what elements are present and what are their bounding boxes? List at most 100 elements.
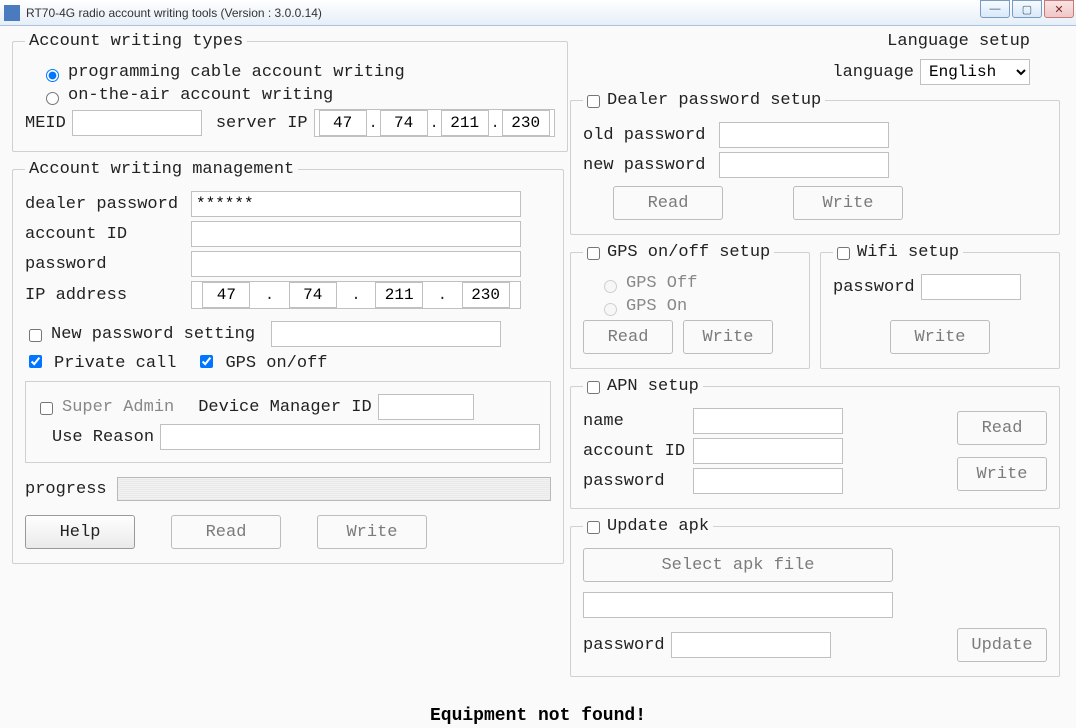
meid-label: MEID bbox=[25, 114, 66, 133]
apk-file-display bbox=[583, 592, 893, 618]
gps-onoff-checkbox[interactable] bbox=[200, 355, 213, 368]
update-apk-group: Update apk Select apk file password Upda… bbox=[570, 517, 1060, 677]
apn-pwd-label: password bbox=[583, 472, 687, 491]
radio-cable[interactable] bbox=[46, 69, 59, 82]
wifi-write-button[interactable]: Write bbox=[890, 320, 990, 354]
apn-write-button[interactable]: Write bbox=[957, 457, 1047, 491]
language-label: language bbox=[832, 63, 914, 82]
dealer-pwd-label: dealer password bbox=[25, 195, 185, 214]
mgmt-legend: Account writing management bbox=[25, 160, 298, 179]
server-ip-1[interactable] bbox=[380, 110, 428, 136]
wifi-pwd-field[interactable] bbox=[921, 274, 1021, 300]
meid-field[interactable] bbox=[72, 110, 202, 136]
language-title: Language setup bbox=[570, 32, 1030, 51]
gps-setup-legend: GPS on/off setup bbox=[607, 243, 770, 262]
apn-read-button[interactable]: Read bbox=[957, 411, 1047, 445]
account-mgmt-group: Account writing management dealer passwo… bbox=[12, 160, 564, 564]
wifi-setup-group: Wifi setup password Write bbox=[820, 243, 1060, 369]
status-text: Equipment not found! bbox=[0, 706, 1076, 726]
apn-account-field[interactable] bbox=[693, 438, 843, 464]
minimize-button[interactable]: — bbox=[980, 0, 1010, 18]
radio-cable-label: programming cable account writing bbox=[68, 63, 405, 82]
gps-setup-group: GPS on/off setup GPS Off GPS On Read Wri… bbox=[570, 243, 810, 369]
mgmt-read-button[interactable]: Read bbox=[171, 515, 281, 549]
new-dealer-pwd-label: new password bbox=[583, 156, 713, 175]
update-apk-legend: Update apk bbox=[607, 517, 709, 536]
ip-label: IP address bbox=[25, 286, 185, 305]
dealer-setup-checkbox[interactable] bbox=[587, 95, 600, 108]
select-apk-button[interactable]: Select apk file bbox=[583, 548, 893, 582]
server-ip-field[interactable]: . . . bbox=[314, 109, 555, 137]
window-title: RT70-4G radio account writing tools (Ver… bbox=[26, 6, 322, 20]
account-id-label: account ID bbox=[25, 225, 185, 244]
new-pwd-label: New password setting bbox=[51, 325, 255, 344]
gps-off-label: GPS Off bbox=[626, 274, 697, 293]
super-admin-box: Super Admin Device Manager ID Use Reason bbox=[25, 381, 551, 463]
apn-name-label: name bbox=[583, 412, 687, 431]
help-button[interactable]: Help bbox=[25, 515, 135, 549]
apk-update-button[interactable]: Update bbox=[957, 628, 1047, 662]
private-call-label: Private call bbox=[54, 354, 176, 373]
mgmt-password-label: password bbox=[25, 255, 185, 274]
server-ip-2[interactable] bbox=[441, 110, 489, 136]
old-pwd-field[interactable] bbox=[719, 122, 889, 148]
private-call-checkbox[interactable] bbox=[29, 355, 42, 368]
radio-gps-on[interactable] bbox=[604, 303, 617, 316]
gps-read-button[interactable]: Read bbox=[583, 320, 673, 354]
progress-bar bbox=[117, 477, 551, 501]
gps-on-label: GPS On bbox=[626, 297, 687, 316]
dealer-write-button[interactable]: Write bbox=[793, 186, 903, 220]
mgmt-ip-1[interactable] bbox=[289, 282, 337, 308]
language-select[interactable]: English bbox=[920, 59, 1030, 85]
mgmt-ip-2[interactable] bbox=[375, 282, 423, 308]
new-pwd-field[interactable] bbox=[271, 321, 501, 347]
wifi-setup-legend: Wifi setup bbox=[857, 243, 959, 262]
radio-ota[interactable] bbox=[46, 92, 59, 105]
app-icon bbox=[4, 5, 20, 21]
device-mgr-label: Device Manager ID bbox=[198, 398, 371, 417]
wifi-pwd-label: password bbox=[833, 278, 915, 297]
mgmt-ip-0[interactable] bbox=[202, 282, 250, 308]
dealer-setup-legend: Dealer password setup bbox=[607, 91, 821, 110]
apn-setup-checkbox[interactable] bbox=[587, 381, 600, 394]
radio-ota-label: on-the-air account writing bbox=[68, 86, 333, 105]
wifi-setup-checkbox[interactable] bbox=[837, 247, 850, 260]
maximize-button[interactable]: ▢ bbox=[1012, 0, 1042, 18]
progress-label: progress bbox=[25, 480, 111, 499]
new-pwd-checkbox[interactable] bbox=[29, 329, 42, 342]
dealer-setup-group: Dealer password setup old password new p… bbox=[570, 91, 1060, 235]
apk-pwd-field[interactable] bbox=[671, 632, 831, 658]
super-admin-label: Super Admin bbox=[62, 398, 174, 417]
mgmt-write-button[interactable]: Write bbox=[317, 515, 427, 549]
dealer-read-button[interactable]: Read bbox=[613, 186, 723, 220]
server-ip-label: server IP bbox=[216, 114, 308, 133]
apn-account-label: account ID bbox=[583, 442, 687, 461]
server-ip-0[interactable] bbox=[319, 110, 367, 136]
account-id-field[interactable] bbox=[191, 221, 521, 247]
apn-setup-group: APN setup name account ID password bbox=[570, 377, 1060, 509]
use-reason-label: Use Reason bbox=[52, 428, 154, 447]
apk-pwd-label: password bbox=[583, 636, 665, 655]
gps-onoff-label: GPS on/off bbox=[225, 354, 327, 373]
gps-write-button[interactable]: Write bbox=[683, 320, 773, 354]
device-mgr-field[interactable] bbox=[378, 394, 474, 420]
account-writing-types-group: Account writing types programming cable … bbox=[12, 32, 568, 152]
radio-gps-off[interactable] bbox=[604, 280, 617, 293]
gps-setup-checkbox[interactable] bbox=[587, 247, 600, 260]
mgmt-password-field[interactable] bbox=[191, 251, 521, 277]
types-legend: Account writing types bbox=[25, 32, 247, 51]
server-ip-3[interactable] bbox=[502, 110, 550, 136]
super-admin-checkbox[interactable] bbox=[40, 402, 53, 415]
new-dealer-pwd-field[interactable] bbox=[719, 152, 889, 178]
dealer-pwd-field[interactable] bbox=[191, 191, 521, 217]
language-block: Language setup language English bbox=[570, 32, 1060, 85]
apn-setup-legend: APN setup bbox=[607, 377, 699, 396]
apn-pwd-field[interactable] bbox=[693, 468, 843, 494]
mgmt-ip-3[interactable] bbox=[462, 282, 510, 308]
update-apk-checkbox[interactable] bbox=[587, 521, 600, 534]
mgmt-ip-field[interactable]: . . . bbox=[191, 281, 521, 309]
apn-name-field[interactable] bbox=[693, 408, 843, 434]
use-reason-field[interactable] bbox=[160, 424, 540, 450]
close-button[interactable]: ✕ bbox=[1044, 0, 1074, 18]
window-titlebar: RT70-4G radio account writing tools (Ver… bbox=[0, 0, 1076, 26]
